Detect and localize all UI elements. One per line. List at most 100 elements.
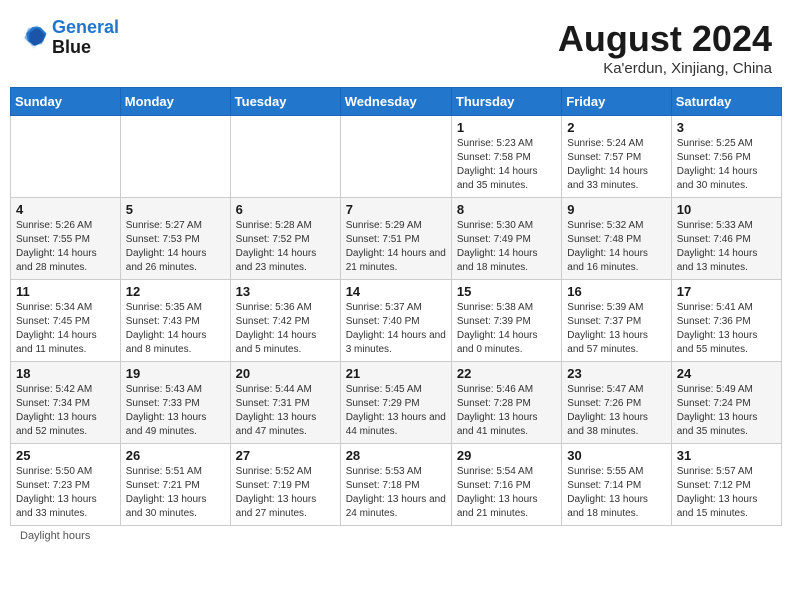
calendar-day-cell: 5 Sunrise: 5:27 AM Sunset: 7:53 PM Daylig…: [120, 198, 230, 280]
day-info: Sunrise: 5:47 AM Sunset: 7:26 PM Dayligh…: [567, 383, 665, 439]
calendar-week-row: 18 Sunrise: 5:42 AM Sunset: 7:34 PM Dayli…: [11, 362, 782, 444]
calendar-week-row: 11 Sunrise: 5:34 AM Sunset: 7:45 PM Dayli…: [11, 280, 782, 362]
logo: General Blue: [20, 18, 119, 58]
day-info: Sunrise: 5:28 AM Sunset: 7:52 PM Dayligh…: [236, 219, 335, 275]
logo-icon: [20, 24, 48, 52]
calendar-day-header: Tuesday: [230, 88, 340, 116]
page-header: General Blue August 2024 Ka'erdun, Xinji…: [10, 10, 782, 81]
calendar-day-cell: 17 Sunrise: 5:41 AM Sunset: 7:36 PM Dayli…: [671, 280, 781, 362]
day-info: Sunrise: 5:34 AM Sunset: 7:45 PM Dayligh…: [16, 301, 115, 357]
calendar-day-cell: [340, 116, 451, 198]
calendar-day-cell: 14 Sunrise: 5:37 AM Sunset: 7:40 PM Dayli…: [340, 280, 451, 362]
day-info: Sunrise: 5:26 AM Sunset: 7:55 PM Dayligh…: [16, 219, 115, 275]
day-number: 30: [567, 448, 665, 463]
calendar-week-row: 4 Sunrise: 5:26 AM Sunset: 7:55 PM Daylig…: [11, 198, 782, 280]
day-info: Sunrise: 5:52 AM Sunset: 7:19 PM Dayligh…: [236, 465, 335, 521]
day-number: 25: [16, 448, 115, 463]
day-info: Sunrise: 5:30 AM Sunset: 7:49 PM Dayligh…: [457, 219, 556, 275]
day-info: Sunrise: 5:39 AM Sunset: 7:37 PM Dayligh…: [567, 301, 665, 357]
month-title: August 2024: [558, 18, 772, 60]
calendar-day-cell: 6 Sunrise: 5:28 AM Sunset: 7:52 PM Daylig…: [230, 198, 340, 280]
day-info: Sunrise: 5:38 AM Sunset: 7:39 PM Dayligh…: [457, 301, 556, 357]
day-number: 8: [457, 202, 556, 217]
day-number: 14: [346, 284, 446, 299]
calendar-week-row: 25 Sunrise: 5:50 AM Sunset: 7:23 PM Dayli…: [11, 444, 782, 526]
day-number: 11: [16, 284, 115, 299]
calendar-day-cell: 21 Sunrise: 5:45 AM Sunset: 7:29 PM Dayli…: [340, 362, 451, 444]
day-number: 13: [236, 284, 335, 299]
day-info: Sunrise: 5:41 AM Sunset: 7:36 PM Dayligh…: [677, 301, 776, 357]
title-block: August 2024 Ka'erdun, Xinjiang, China: [558, 18, 772, 77]
day-number: 18: [16, 366, 115, 381]
day-info: Sunrise: 5:43 AM Sunset: 7:33 PM Dayligh…: [126, 383, 225, 439]
calendar-day-cell: 26 Sunrise: 5:51 AM Sunset: 7:21 PM Dayli…: [120, 444, 230, 526]
day-number: 27: [236, 448, 335, 463]
day-number: 5: [126, 202, 225, 217]
calendar-header-row: SundayMondayTuesdayWednesdayThursdayFrid…: [11, 88, 782, 116]
calendar-day-cell: 31Sunrise: 5:57 AM Sunset: 7:12 PM Dayli…: [671, 444, 781, 526]
calendar-day-cell: 28Sunrise: 5:53 AM Sunset: 7:18 PM Dayli…: [340, 444, 451, 526]
calendar-day-cell: 19 Sunrise: 5:43 AM Sunset: 7:33 PM Dayli…: [120, 362, 230, 444]
calendar-day-cell: 27 Sunrise: 5:52 AM Sunset: 7:19 PM Dayli…: [230, 444, 340, 526]
day-info: Sunrise: 5:46 AM Sunset: 7:28 PM Dayligh…: [457, 383, 556, 439]
calendar-table: SundayMondayTuesdayWednesdayThursdayFrid…: [10, 87, 782, 526]
day-info: Sunrise: 5:37 AM Sunset: 7:40 PM Dayligh…: [346, 301, 446, 357]
calendar-day-cell: 18 Sunrise: 5:42 AM Sunset: 7:34 PM Dayli…: [11, 362, 121, 444]
day-info: Sunrise: 5:32 AM Sunset: 7:48 PM Dayligh…: [567, 219, 665, 275]
day-info: Sunrise: 5:35 AM Sunset: 7:43 PM Dayligh…: [126, 301, 225, 357]
day-number: 22: [457, 366, 556, 381]
day-info: Sunrise: 5:27 AM Sunset: 7:53 PM Dayligh…: [126, 219, 225, 275]
calendar-day-cell: [11, 116, 121, 198]
calendar-day-cell: 22 Sunrise: 5:46 AM Sunset: 7:28 PM Dayli…: [451, 362, 561, 444]
day-number: 12: [126, 284, 225, 299]
day-info: Sunrise: 5:51 AM Sunset: 7:21 PM Dayligh…: [126, 465, 225, 521]
day-number: 20: [236, 366, 335, 381]
day-number: 2: [567, 120, 665, 135]
day-info: Sunrise: 5:24 AM Sunset: 7:57 PM Dayligh…: [567, 137, 665, 193]
day-number: 7: [346, 202, 446, 217]
calendar-day-cell: 15 Sunrise: 5:38 AM Sunset: 7:39 PM Dayli…: [451, 280, 561, 362]
day-number: 1: [457, 120, 556, 135]
calendar-day-cell: 25 Sunrise: 5:50 AM Sunset: 7:23 PM Dayli…: [11, 444, 121, 526]
day-number: 23: [567, 366, 665, 381]
day-info: Sunrise: 5:45 AM Sunset: 7:29 PM Dayligh…: [346, 383, 446, 439]
day-number: 16: [567, 284, 665, 299]
calendar-day-cell: 8 Sunrise: 5:30 AM Sunset: 7:49 PM Daylig…: [451, 198, 561, 280]
calendar-day-cell: 23 Sunrise: 5:47 AM Sunset: 7:26 PM Dayli…: [562, 362, 671, 444]
calendar-day-header: Wednesday: [340, 88, 451, 116]
calendar-day-cell: 10Sunrise: 5:33 AM Sunset: 7:46 PM Dayli…: [671, 198, 781, 280]
day-info: Sunrise: 5:57 AM Sunset: 7:12 PM Dayligh…: [677, 465, 776, 521]
day-info: Sunrise: 5:25 AM Sunset: 7:56 PM Dayligh…: [677, 137, 776, 193]
calendar-day-cell: 12 Sunrise: 5:35 AM Sunset: 7:43 PM Dayli…: [120, 280, 230, 362]
day-number: 9: [567, 202, 665, 217]
calendar-day-cell: 4 Sunrise: 5:26 AM Sunset: 7:55 PM Daylig…: [11, 198, 121, 280]
calendar-day-cell: 29Sunrise: 5:54 AM Sunset: 7:16 PM Dayli…: [451, 444, 561, 526]
calendar-day-cell: [230, 116, 340, 198]
day-number: 15: [457, 284, 556, 299]
calendar-day-cell: 30Sunrise: 5:55 AM Sunset: 7:14 PM Dayli…: [562, 444, 671, 526]
calendar-day-header: Saturday: [671, 88, 781, 116]
day-info: Sunrise: 5:50 AM Sunset: 7:23 PM Dayligh…: [16, 465, 115, 521]
calendar-day-header: Thursday: [451, 88, 561, 116]
calendar-day-cell: 24 Sunrise: 5:49 AM Sunset: 7:24 PM Dayli…: [671, 362, 781, 444]
day-number: 10: [677, 202, 776, 217]
day-number: 6: [236, 202, 335, 217]
day-number: 17: [677, 284, 776, 299]
day-number: 26: [126, 448, 225, 463]
day-info: Sunrise: 5:44 AM Sunset: 7:31 PM Dayligh…: [236, 383, 335, 439]
day-info: Sunrise: 5:49 AM Sunset: 7:24 PM Dayligh…: [677, 383, 776, 439]
calendar-day-header: Sunday: [11, 88, 121, 116]
day-info: Sunrise: 5:42 AM Sunset: 7:34 PM Dayligh…: [16, 383, 115, 439]
calendar-day-cell: 1Sunrise: 5:23 AM Sunset: 7:58 PM Daylig…: [451, 116, 561, 198]
day-number: 24: [677, 366, 776, 381]
calendar-day-cell: 9 Sunrise: 5:32 AM Sunset: 7:48 PM Daylig…: [562, 198, 671, 280]
calendar-day-cell: 13Sunrise: 5:36 AM Sunset: 7:42 PM Dayli…: [230, 280, 340, 362]
logo-text: General Blue: [52, 18, 119, 58]
calendar-day-header: Monday: [120, 88, 230, 116]
calendar-day-cell: 3Sunrise: 5:25 AM Sunset: 7:56 PM Daylig…: [671, 116, 781, 198]
calendar-day-cell: 2 Sunrise: 5:24 AM Sunset: 7:57 PM Daylig…: [562, 116, 671, 198]
day-number: 19: [126, 366, 225, 381]
day-number: 4: [16, 202, 115, 217]
calendar-week-row: 1Sunrise: 5:23 AM Sunset: 7:58 PM Daylig…: [11, 116, 782, 198]
day-number: 21: [346, 366, 446, 381]
